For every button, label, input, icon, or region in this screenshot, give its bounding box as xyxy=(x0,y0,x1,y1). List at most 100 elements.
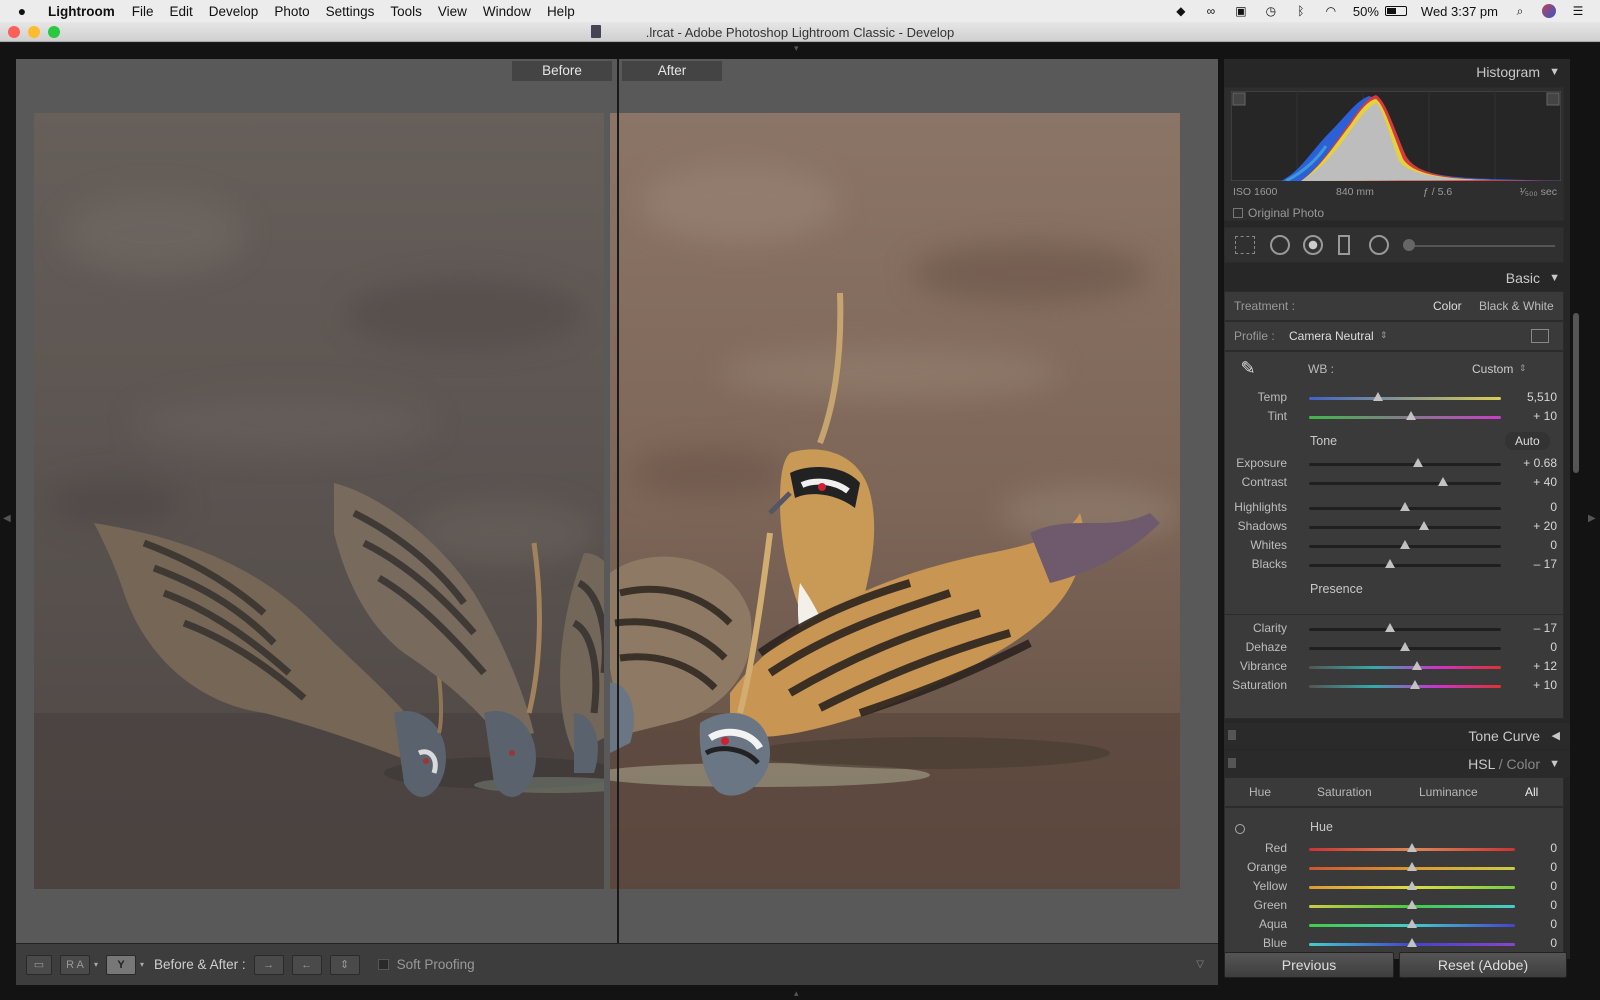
search-icon[interactable]: ⌕ xyxy=(1512,4,1528,18)
slider-track[interactable] xyxy=(1309,526,1501,529)
collapse-triangle-icon[interactable]: ▼ xyxy=(1549,265,1560,291)
slider-value[interactable]: 0 xyxy=(1507,879,1557,893)
slider-value[interactable]: + 20 xyxy=(1507,519,1557,533)
tab-saturation[interactable]: Saturation xyxy=(1317,785,1372,799)
slider-track[interactable] xyxy=(1309,482,1501,485)
slider-value[interactable]: 0 xyxy=(1507,917,1557,931)
before-photo[interactable] xyxy=(34,113,604,889)
red-eye-icon[interactable] xyxy=(1303,235,1323,255)
tone-curve-switch-icon[interactable] xyxy=(1228,730,1236,740)
apple-icon[interactable]: ● xyxy=(0,3,44,19)
dropbox-icon[interactable]: ◆ xyxy=(1173,4,1189,18)
after-photo[interactable] xyxy=(610,113,1180,889)
slider-thumb[interactable] xyxy=(1407,938,1417,947)
collapse-triangle-icon[interactable]: ▼ xyxy=(1549,59,1560,85)
left-panel-toggle-icon[interactable]: ◀ xyxy=(3,513,11,524)
toolbar-options-icon[interactable]: ▽ xyxy=(1196,959,1204,970)
slider-track[interactable] xyxy=(1309,628,1501,631)
hsl-switch-icon[interactable] xyxy=(1228,758,1236,768)
creative-cloud-icon[interactable]: ∞ xyxy=(1203,4,1219,18)
menu-edit[interactable]: Edit xyxy=(162,4,201,19)
treatment-color-option[interactable]: Color xyxy=(1433,299,1462,313)
app-menu[interactable]: Lightroom xyxy=(44,4,124,19)
reference-view-button[interactable]: R A xyxy=(60,954,90,975)
hsl-target-adjust-icon[interactable] xyxy=(1235,824,1245,834)
slider-thumb[interactable] xyxy=(1409,680,1420,689)
slider-value[interactable]: 0 xyxy=(1507,538,1557,552)
slider-value[interactable]: – 17 xyxy=(1507,621,1557,635)
battery-icon[interactable] xyxy=(1384,6,1407,16)
slider-track[interactable] xyxy=(1309,666,1501,669)
menu-tools[interactable]: Tools xyxy=(382,4,430,19)
slider-value[interactable]: 0 xyxy=(1507,640,1557,654)
profile-dropdown[interactable]: Camera Neutral xyxy=(1289,329,1374,343)
radial-filter-icon[interactable] xyxy=(1369,235,1389,255)
siri-icon[interactable] xyxy=(1542,4,1556,18)
slider-thumb[interactable] xyxy=(1384,623,1395,632)
tab-all[interactable]: All xyxy=(1525,785,1538,799)
swap-before-after-button[interactable]: ⇕ xyxy=(329,954,360,975)
slider-thumb[interactable] xyxy=(1407,862,1417,871)
slider-thumb[interactable] xyxy=(1405,411,1416,420)
slider-value[interactable]: + 12 xyxy=(1507,659,1557,673)
slider-track[interactable] xyxy=(1309,397,1501,400)
menu-photo[interactable]: Photo xyxy=(266,4,317,19)
slider-thumb[interactable] xyxy=(1373,392,1384,401)
slider-value[interactable]: – 17 xyxy=(1507,557,1557,571)
slider-thumb[interactable] xyxy=(1407,881,1417,890)
slider-value[interactable]: + 10 xyxy=(1507,409,1557,423)
slider-value[interactable]: 0 xyxy=(1507,841,1557,855)
tab-luminance[interactable]: Luminance xyxy=(1419,785,1478,799)
spot-removal-icon[interactable] xyxy=(1270,235,1290,255)
slider-thumb[interactable] xyxy=(1400,502,1410,511)
wb-dropdown-arrow-icon[interactable]: ⇕ xyxy=(1519,363,1527,374)
right-panel-scrollbar[interactable] xyxy=(1573,313,1579,473)
slider-value[interactable]: + 10 xyxy=(1507,678,1557,692)
loupe-view-button[interactable]: ▭ xyxy=(26,954,52,975)
slider-track[interactable] xyxy=(1309,564,1501,567)
soft-proofing-checkbox[interactable] xyxy=(377,959,389,970)
slider-thumb[interactable] xyxy=(1407,900,1417,909)
profile-dropdown-arrow-icon[interactable]: ⇕ xyxy=(1380,330,1388,341)
view-mode-dropdown-icon[interactable]: ▾ xyxy=(94,960,98,969)
profile-browser-icon[interactable] xyxy=(1531,329,1549,343)
crop-overlay-icon[interactable] xyxy=(1235,236,1255,254)
hsl-title[interactable]: HSL xyxy=(1468,756,1495,772)
wifi-icon[interactable]: ◠ xyxy=(1323,4,1339,18)
right-panel-toggle-icon[interactable]: ▶ xyxy=(1588,513,1596,524)
bluetooth-icon[interactable]: ᛒ xyxy=(1293,4,1309,18)
slider-thumb[interactable] xyxy=(1413,458,1424,467)
slider-track[interactable] xyxy=(1309,685,1501,688)
tone-curve-header[interactable]: Tone Curve ◀ xyxy=(1224,723,1570,749)
menu-view[interactable]: View xyxy=(430,4,475,19)
before-after-dropdown-icon[interactable]: ▾ xyxy=(140,960,144,969)
wb-eyedropper-icon[interactable]: ✎ xyxy=(1235,358,1261,386)
menu-settings[interactable]: Settings xyxy=(318,4,383,19)
slider-thumb[interactable] xyxy=(1400,540,1410,549)
menu-help[interactable]: Help xyxy=(539,4,583,19)
slider-thumb[interactable] xyxy=(1419,521,1430,530)
slider-thumb[interactable] xyxy=(1407,919,1417,928)
bottom-panel-toggle-icon[interactable]: ▴ xyxy=(794,988,799,999)
graduated-filter-icon[interactable] xyxy=(1338,235,1350,255)
slider-value[interactable]: 0 xyxy=(1507,500,1557,514)
reset-button[interactable]: Reset (Adobe) xyxy=(1399,952,1567,978)
previous-button[interactable]: Previous xyxy=(1224,952,1394,978)
clock[interactable]: Wed 3:37 pm xyxy=(1421,4,1498,19)
slider-value[interactable]: 5,510 xyxy=(1507,390,1557,404)
slider-value[interactable]: + 40 xyxy=(1507,475,1557,489)
copy-before-to-after-button[interactable]: → xyxy=(253,954,284,975)
adjustment-brush-slider[interactable] xyxy=(1405,245,1555,247)
wb-dropdown[interactable]: Custom xyxy=(1472,362,1513,376)
slider-thumb[interactable] xyxy=(1400,642,1410,651)
original-photo-checkbox[interactable] xyxy=(1233,208,1243,218)
copy-after-to-before-button[interactable]: ← xyxy=(291,954,322,975)
before-after-viewer[interactable]: Before After xyxy=(16,59,1218,943)
slider-value[interactable]: 0 xyxy=(1507,936,1557,950)
slider-thumb[interactable] xyxy=(1411,661,1422,670)
adjustment-brush-icon[interactable] xyxy=(1403,239,1415,251)
slider-thumb[interactable] xyxy=(1438,477,1449,486)
before-after-view-button[interactable]: Y xyxy=(106,954,137,975)
tone-auto-button[interactable]: Auto xyxy=(1505,432,1550,450)
hsl-header[interactable]: HSL / Color ▼ xyxy=(1224,751,1570,777)
